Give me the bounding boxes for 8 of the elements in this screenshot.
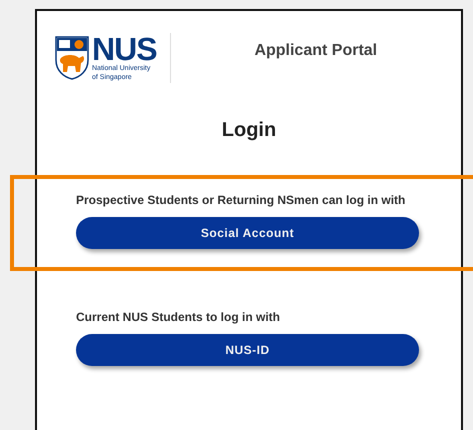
- logo-wordmark: NUS: [92, 34, 157, 64]
- login-button[interactable]: Social Account: [76, 217, 419, 249]
- crest-icon: [55, 36, 89, 80]
- login-prompt: Prospective Students or Returning NSmen can log in with: [76, 192, 406, 209]
- login-heading: Login: [220, 118, 278, 142]
- login-prompt: Current NUS Students to log in with: [76, 309, 281, 326]
- login-button[interactable]: NUS-ID: [76, 334, 419, 366]
- portal-title: Applicant Portal: [253, 41, 378, 61]
